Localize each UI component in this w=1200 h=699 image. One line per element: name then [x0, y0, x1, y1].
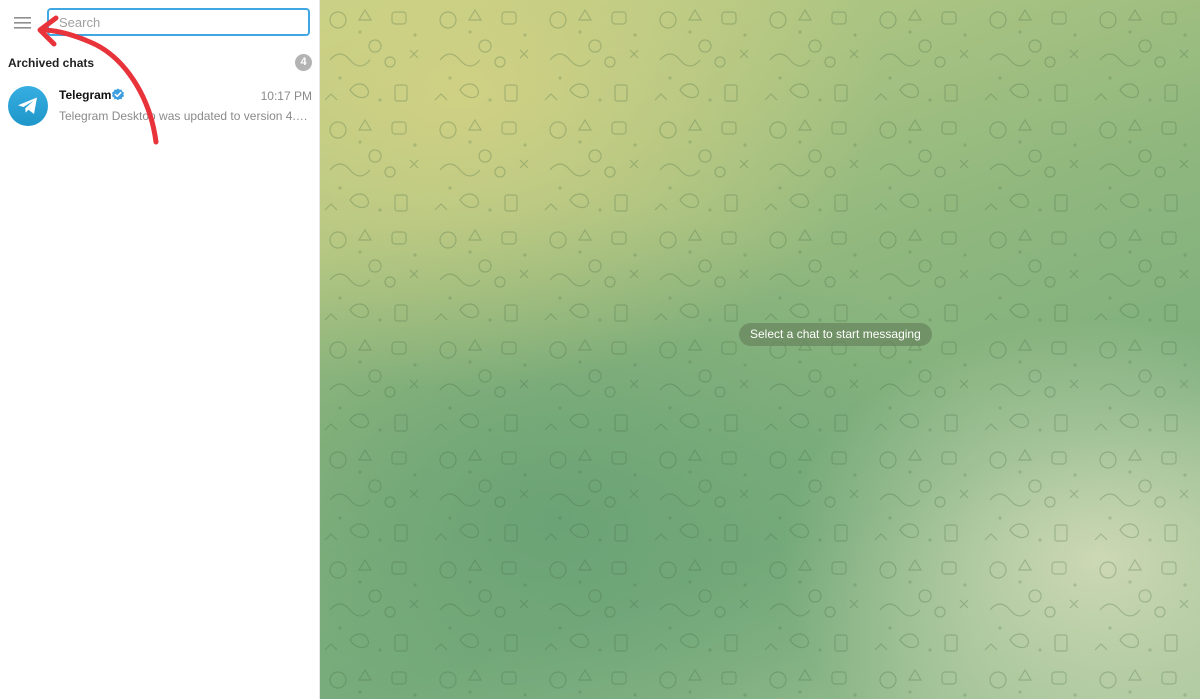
avatar: [8, 86, 48, 126]
main-menu-button[interactable]: [8, 8, 38, 38]
chat-preview: Telegram Desktop was updated to version …: [59, 109, 312, 123]
sidebar: Archived chats 4 Telegram 10:17 PM Teleg…: [0, 0, 320, 699]
search-input[interactable]: [47, 8, 310, 36]
verified-badge-icon: [112, 88, 124, 101]
archived-count-badge: 4: [295, 54, 312, 71]
doodle-pattern: [320, 0, 1200, 699]
chat-list-item[interactable]: Telegram 10:17 PM Telegram Desktop was u…: [0, 78, 320, 134]
archived-chats-label: Archived chats: [8, 56, 95, 70]
chat-time: 10:17 PM: [260, 89, 312, 103]
empty-chat-message: Select a chat to start messaging: [739, 323, 932, 346]
chat-area-background: Select a chat to start messaging: [320, 0, 1200, 699]
telegram-plane-icon: [18, 97, 37, 114]
chat-name: Telegram: [59, 88, 112, 102]
archived-chats-row[interactable]: Archived chats 4: [0, 50, 320, 76]
hamburger-menu-icon: [14, 17, 31, 29]
